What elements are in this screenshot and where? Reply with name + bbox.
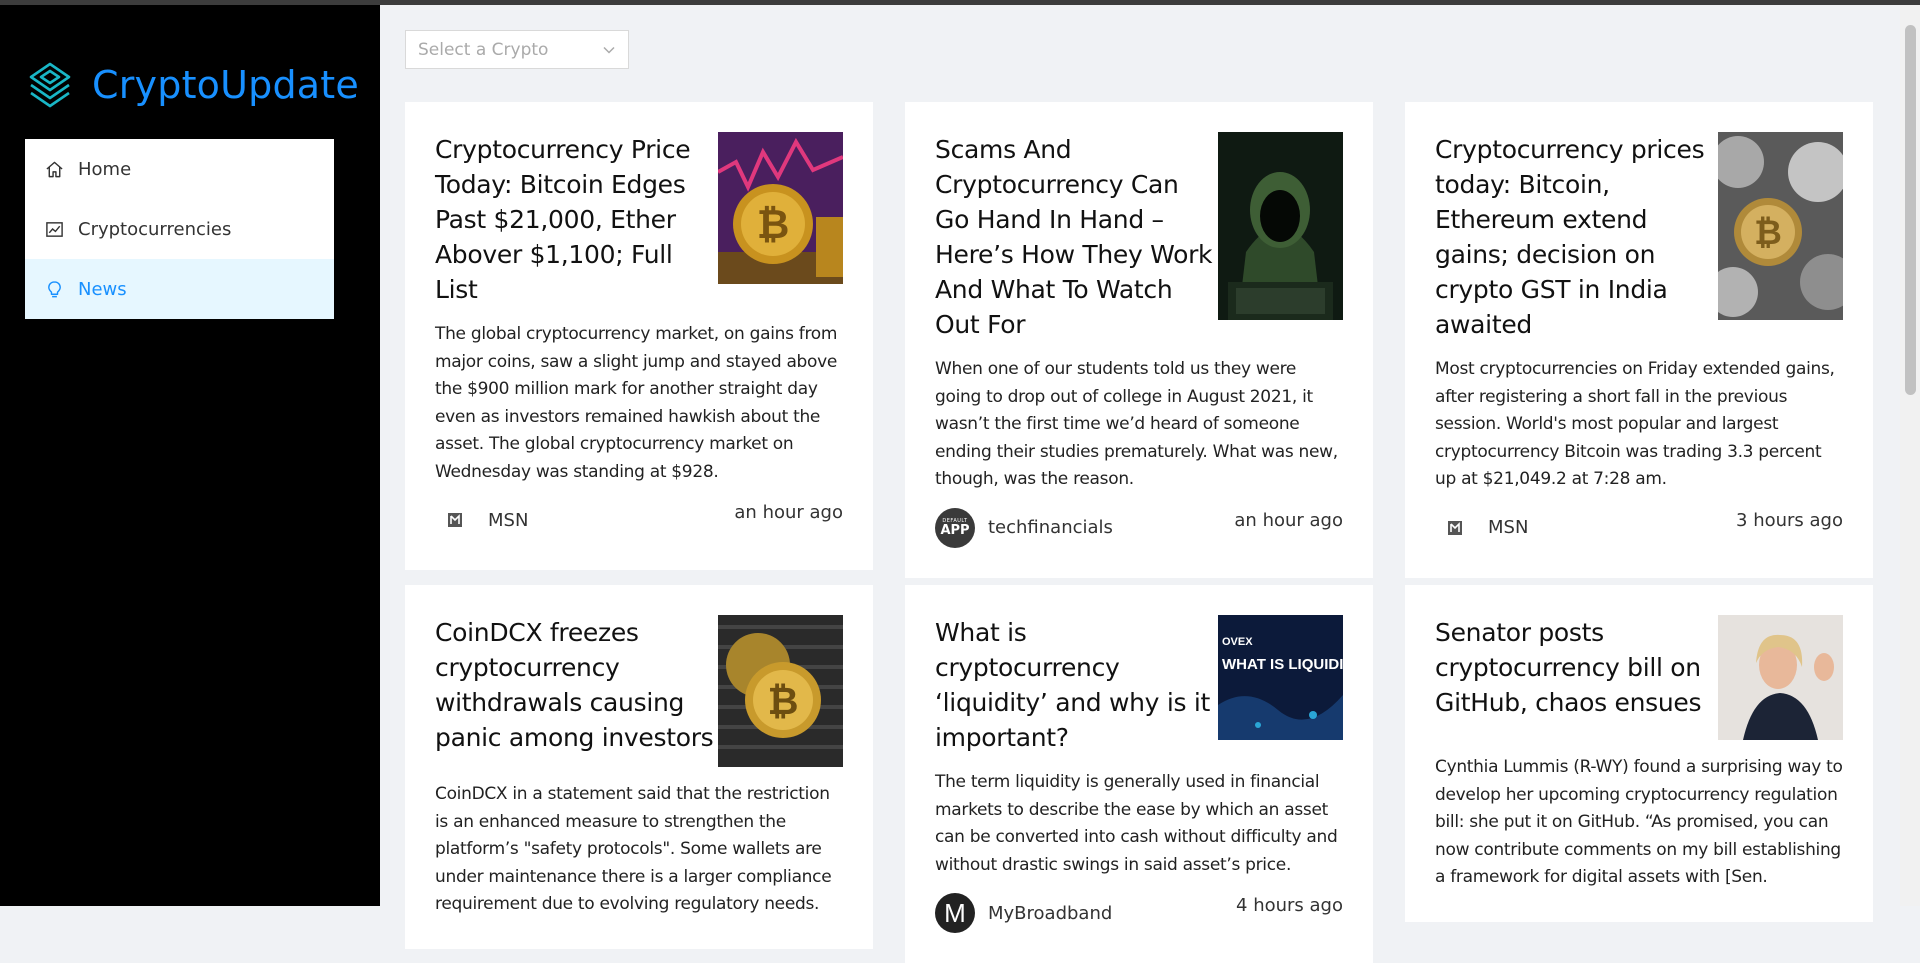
sidebar-item-label: Home bbox=[78, 158, 132, 180]
news-image: ₿ bbox=[718, 615, 843, 767]
news-title[interactable]: CoinDCX freezes cryptocurrency withdrawa… bbox=[435, 615, 718, 755]
news-time: 3 hours ago bbox=[1736, 509, 1843, 531]
news-card[interactable]: Cryptocurrency prices today: Bitcoin, Et… bbox=[1405, 102, 1873, 578]
news-card[interactable]: What is cryptocurrency ‘liquidity’ and w… bbox=[905, 585, 1373, 963]
main-content: Select a Crypto Cryptocurrency Price Tod… bbox=[380, 5, 1900, 963]
provider-name[interactable]: MSN bbox=[488, 510, 528, 531]
home-icon bbox=[46, 161, 63, 177]
scrollbar-thumb[interactable] bbox=[1905, 25, 1916, 395]
news-meta: MSN an hour ago bbox=[435, 500, 843, 540]
news-image bbox=[1718, 615, 1843, 740]
news-description: CoinDCX in a statement said that the res… bbox=[435, 784, 832, 914]
svg-text:₿: ₿ bbox=[1754, 214, 1782, 252]
svg-text:₿: ₿ bbox=[768, 681, 799, 723]
sidebar-item-cryptocurrencies[interactable]: Cryptocurrencies bbox=[25, 199, 334, 259]
provider-icon bbox=[1435, 508, 1475, 548]
news-image: ₿ bbox=[718, 132, 843, 284]
news-image bbox=[1218, 132, 1343, 320]
sidebar-item-label: News bbox=[78, 278, 127, 300]
sidebar: CryptoUpdate Home Cryptocurrencies News bbox=[0, 5, 380, 906]
crypto-select[interactable]: Select a Crypto bbox=[405, 30, 629, 69]
layered-diamond-icon bbox=[29, 62, 71, 108]
news-time: an hour ago bbox=[734, 502, 843, 523]
provider-avatar-text: APP bbox=[940, 523, 970, 538]
news-card[interactable]: CoinDCX freezes cryptocurrency withdrawa… bbox=[405, 585, 873, 949]
bulb-icon bbox=[48, 280, 61, 297]
page-scrollbar[interactable] bbox=[1900, 5, 1920, 906]
news-meta: M MyBroadband 4 hours ago bbox=[935, 893, 1343, 933]
news-title[interactable]: Cryptocurrency prices today: Bitcoin, Et… bbox=[1435, 132, 1718, 342]
news-card[interactable]: Senator posts cryptocurrency bill on Git… bbox=[1405, 585, 1873, 922]
news-time: an hour ago bbox=[1234, 509, 1343, 531]
news-title[interactable]: Senator posts cryptocurrency bill on Git… bbox=[1435, 615, 1718, 720]
sidebar-item-news[interactable]: News bbox=[25, 259, 334, 319]
news-image-brand: OVEX bbox=[1222, 636, 1253, 648]
brand-logo[interactable]: CryptoUpdate bbox=[28, 61, 359, 109]
sidebar-item-label: Cryptocurrencies bbox=[78, 218, 232, 240]
news-image: OVEX WHAT IS LIQUIDIT bbox=[1218, 615, 1343, 740]
provider-name[interactable]: techfinancials bbox=[988, 517, 1113, 538]
news-title[interactable]: What is cryptocurrency ‘liquidity’ and w… bbox=[935, 615, 1218, 755]
provider-avatar: M bbox=[935, 893, 975, 933]
provider-avatar: DEFAULT APP bbox=[935, 507, 975, 548]
sidebar-menu: Home Cryptocurrencies News bbox=[25, 139, 334, 319]
sidebar-item-home[interactable]: Home bbox=[25, 139, 334, 199]
news-description: Most cryptocurrencies on Friday extended… bbox=[1435, 359, 1835, 489]
news-meta: DEFAULT APP techfinancials an hour ago bbox=[935, 507, 1343, 548]
news-description: The term liquidity is generally used in … bbox=[935, 772, 1338, 875]
provider-icon bbox=[435, 500, 475, 540]
line-chart-icon bbox=[46, 221, 63, 237]
provider-name[interactable]: MSN bbox=[1488, 517, 1528, 538]
news-title[interactable]: Scams And Cryptocurrency Can Go Hand In … bbox=[935, 132, 1218, 342]
chevron-down-icon bbox=[603, 46, 615, 54]
news-description: Cynthia Lummis (R-WY) found a surprising… bbox=[1435, 757, 1843, 887]
news-card[interactable]: Cryptocurrency Price Today: Bitcoin Edge… bbox=[405, 102, 873, 570]
news-card[interactable]: Scams And Cryptocurrency Can Go Hand In … bbox=[905, 102, 1373, 578]
crypto-select-placeholder: Select a Crypto bbox=[418, 39, 549, 60]
news-image-caption: WHAT IS LIQUIDIT bbox=[1222, 656, 1343, 673]
news-description: The global cryptocurrency market, on gai… bbox=[435, 324, 838, 482]
brand-title[interactable]: CryptoUpdate bbox=[92, 63, 359, 107]
svg-text:₿: ₿ bbox=[757, 203, 790, 247]
news-title[interactable]: Cryptocurrency Price Today: Bitcoin Edge… bbox=[435, 132, 718, 307]
news-description: When one of our students told us they we… bbox=[935, 359, 1338, 489]
news-meta: MSN 3 hours ago bbox=[1435, 508, 1843, 548]
news-image: ₿ bbox=[1718, 132, 1843, 320]
